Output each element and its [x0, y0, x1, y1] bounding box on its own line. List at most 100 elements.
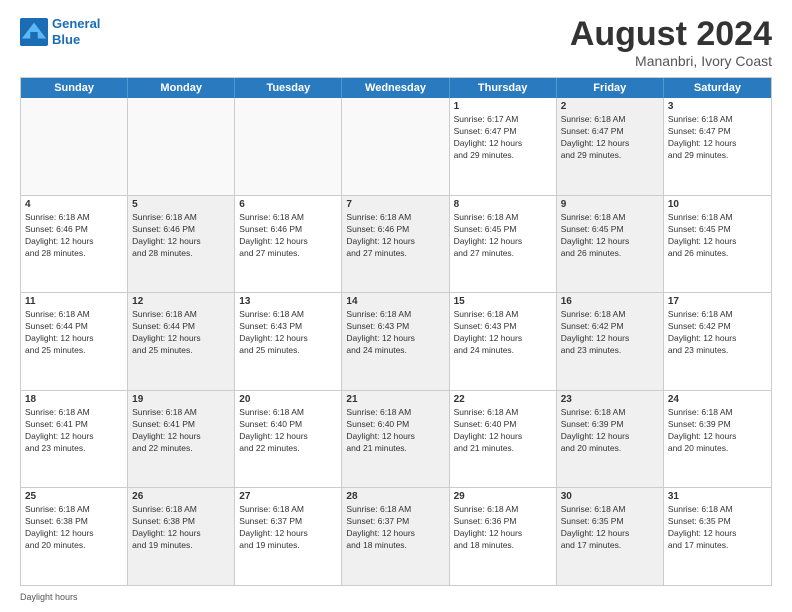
- logo: General Blue: [20, 16, 100, 47]
- calendar-cell: 4 Sunrise: 6:18 AM Sunset: 6:46 PM Daylig…: [21, 196, 128, 293]
- day-info: Sunrise: 6:18 AM Sunset: 6:44 PM Dayligh…: [132, 309, 230, 357]
- calendar-cell: 31 Sunrise: 6:18 AM Sunset: 6:35 PM Dayli…: [664, 488, 771, 585]
- day-number: 4: [25, 199, 123, 210]
- calendar-cell: 1Sunrise: 6:17 AM Sunset: 6:47 PM Daylig…: [450, 98, 557, 195]
- weekday-header: Thursday: [450, 78, 557, 98]
- logo-general: General: [52, 16, 100, 31]
- day-info: Sunrise: 6:18 AM Sunset: 6:38 PM Dayligh…: [25, 504, 123, 552]
- day-info: Sunrise: 6:18 AM Sunset: 6:35 PM Dayligh…: [561, 504, 659, 552]
- calendar-cell: 30 Sunrise: 6:18 AM Sunset: 6:35 PM Dayli…: [557, 488, 664, 585]
- day-info: Sunrise: 6:18 AM Sunset: 6:46 PM Dayligh…: [239, 212, 337, 260]
- day-number: 21: [346, 394, 444, 405]
- calendar-cell: 12Sunrise: 6:18 AM Sunset: 6:44 PM Dayli…: [128, 293, 235, 390]
- day-info: Sunrise: 6:18 AM Sunset: 6:41 PM Dayligh…: [25, 407, 123, 455]
- calendar-cell: 22 Sunrise: 6:18 AM Sunset: 6:40 PM Dayli…: [450, 391, 557, 488]
- day-info: Sunrise: 6:18 AM Sunset: 6:39 PM Dayligh…: [561, 407, 659, 455]
- day-info: Sunrise: 6:18 AM Sunset: 6:37 PM Dayligh…: [239, 504, 337, 552]
- day-number: 19: [132, 394, 230, 405]
- calendar-cell: 5Sunrise: 6:18 AM Sunset: 6:46 PM Daylig…: [128, 196, 235, 293]
- day-number: 31: [668, 491, 767, 502]
- day-info: Sunrise: 6:18 AM Sunset: 6:46 PM Dayligh…: [25, 212, 123, 260]
- title-block: August 2024 Mananbri, Ivory Coast: [570, 16, 772, 69]
- calendar-cell: 14Sunrise: 6:18 AM Sunset: 6:43 PM Dayli…: [342, 293, 449, 390]
- day-info: Sunrise: 6:18 AM Sunset: 6:40 PM Dayligh…: [454, 407, 552, 455]
- footer-note: Daylight hours: [20, 590, 772, 602]
- calendar-cell: 11Sunrise: 6:18 AM Sunset: 6:44 PM Dayli…: [21, 293, 128, 390]
- calendar-cell: 21 Sunrise: 6:18 AM Sunset: 6:40 PM Dayli…: [342, 391, 449, 488]
- day-number: 24: [668, 394, 767, 405]
- day-number: 15: [454, 296, 552, 307]
- calendar-cell: 16Sunrise: 6:18 AM Sunset: 6:42 PM Dayli…: [557, 293, 664, 390]
- weekday-header: Monday: [128, 78, 235, 98]
- location-subtitle: Mananbri, Ivory Coast: [570, 53, 772, 69]
- day-number: 13: [239, 296, 337, 307]
- calendar-cell: 23 Sunrise: 6:18 AM Sunset: 6:39 PM Dayli…: [557, 391, 664, 488]
- calendar-cell: 10Sunrise: 6:18 AM Sunset: 6:45 PM Dayli…: [664, 196, 771, 293]
- day-number: 11: [25, 296, 123, 307]
- day-info: Sunrise: 6:18 AM Sunset: 6:40 PM Dayligh…: [346, 407, 444, 455]
- day-number: 22: [454, 394, 552, 405]
- day-number: 3: [668, 101, 767, 112]
- calendar: SundayMondayTuesdayWednesdayThursdayFrid…: [20, 77, 772, 586]
- day-info: Sunrise: 6:18 AM Sunset: 6:47 PM Dayligh…: [668, 114, 767, 162]
- logo-text: General Blue: [52, 16, 100, 47]
- calendar-cell: 26 Sunrise: 6:18 AM Sunset: 6:38 PM Dayli…: [128, 488, 235, 585]
- calendar-cell: 29 Sunrise: 6:18 AM Sunset: 6:36 PM Dayli…: [450, 488, 557, 585]
- day-number: 14: [346, 296, 444, 307]
- day-number: 27: [239, 491, 337, 502]
- weekday-header: Friday: [557, 78, 664, 98]
- day-info: Sunrise: 6:18 AM Sunset: 6:45 PM Dayligh…: [561, 212, 659, 260]
- day-info: Sunrise: 6:18 AM Sunset: 6:46 PM Dayligh…: [346, 212, 444, 260]
- day-info: Sunrise: 6:18 AM Sunset: 6:41 PM Dayligh…: [132, 407, 230, 455]
- day-info: Sunrise: 6:18 AM Sunset: 6:47 PM Dayligh…: [561, 114, 659, 162]
- calendar-cell: 24 Sunrise: 6:18 AM Sunset: 6:39 PM Dayli…: [664, 391, 771, 488]
- day-info: Sunrise: 6:17 AM Sunset: 6:47 PM Dayligh…: [454, 114, 552, 162]
- calendar-cell: 7 Sunrise: 6:18 AM Sunset: 6:46 PM Daylig…: [342, 196, 449, 293]
- day-number: 2: [561, 101, 659, 112]
- calendar-row: 11 Sunrise: 6:18 AM Sunset: 6:44 PM Dayli…: [21, 292, 771, 390]
- calendar-cell: 28Sunrise: 6:18 AM Sunset: 6:37 PM Dayli…: [342, 488, 449, 585]
- calendar-cell: 25Sunrise: 6:18 AM Sunset: 6:38 PM Dayli…: [21, 488, 128, 585]
- day-info: Sunrise: 6:18 AM Sunset: 6:35 PM Dayligh…: [668, 504, 767, 552]
- day-info: Sunrise: 6:18 AM Sunset: 6:40 PM Dayligh…: [239, 407, 337, 455]
- day-number: 20: [239, 394, 337, 405]
- day-info: Sunrise: 6:18 AM Sunset: 6:36 PM Dayligh…: [454, 504, 552, 552]
- day-info: Sunrise: 6:18 AM Sunset: 6:45 PM Dayligh…: [668, 212, 767, 260]
- calendar-cell: 6 Sunrise: 6:18 AM Sunset: 6:46 PM Daylig…: [235, 196, 342, 293]
- day-number: 23: [561, 394, 659, 405]
- calendar-cell: 13Sunrise: 6:18 AM Sunset: 6:43 PM Dayli…: [235, 293, 342, 390]
- calendar-cell: [235, 98, 342, 195]
- weekday-header: Tuesday: [235, 78, 342, 98]
- calendar-row: 1Sunrise: 6:17 AM Sunset: 6:47 PM Daylig…: [21, 98, 771, 195]
- calendar-cell: 3 Sunrise: 6:18 AM Sunset: 6:47 PM Daylig…: [664, 98, 771, 195]
- calendar-cell: 2 Sunrise: 6:18 AM Sunset: 6:47 PM Daylig…: [557, 98, 664, 195]
- page: General Blue August 2024 Mananbri, Ivory…: [0, 0, 792, 612]
- weekday-header: Sunday: [21, 78, 128, 98]
- calendar-cell: [21, 98, 128, 195]
- day-number: 8: [454, 199, 552, 210]
- day-info: Sunrise: 6:18 AM Sunset: 6:38 PM Dayligh…: [132, 504, 230, 552]
- calendar-row: 4 Sunrise: 6:18 AM Sunset: 6:46 PM Daylig…: [21, 195, 771, 293]
- day-number: 29: [454, 491, 552, 502]
- day-info: Sunrise: 6:18 AM Sunset: 6:45 PM Dayligh…: [454, 212, 552, 260]
- calendar-cell: 19 Sunrise: 6:18 AM Sunset: 6:41 PM Dayli…: [128, 391, 235, 488]
- calendar-cell: 18Sunrise: 6:18 AM Sunset: 6:41 PM Dayli…: [21, 391, 128, 488]
- day-number: 7: [346, 199, 444, 210]
- day-info: Sunrise: 6:18 AM Sunset: 6:39 PM Dayligh…: [668, 407, 767, 455]
- day-info: Sunrise: 6:18 AM Sunset: 6:42 PM Dayligh…: [668, 309, 767, 357]
- weekday-header: Wednesday: [342, 78, 449, 98]
- day-info: Sunrise: 6:18 AM Sunset: 6:43 PM Dayligh…: [454, 309, 552, 357]
- calendar-cell: 20 Sunrise: 6:18 AM Sunset: 6:40 PM Dayli…: [235, 391, 342, 488]
- day-number: 6: [239, 199, 337, 210]
- day-number: 5: [132, 199, 230, 210]
- month-title: August 2024: [570, 16, 772, 53]
- calendar-row: 25Sunrise: 6:18 AM Sunset: 6:38 PM Dayli…: [21, 487, 771, 585]
- weekday-header: Saturday: [664, 78, 771, 98]
- logo-icon: [20, 18, 48, 46]
- header: General Blue August 2024 Mananbri, Ivory…: [20, 16, 772, 69]
- day-number: 26: [132, 491, 230, 502]
- day-number: 30: [561, 491, 659, 502]
- calendar-cell: 9Sunrise: 6:18 AM Sunset: 6:45 PM Daylig…: [557, 196, 664, 293]
- calendar-row: 18Sunrise: 6:18 AM Sunset: 6:41 PM Dayli…: [21, 390, 771, 488]
- calendar-body: 1Sunrise: 6:17 AM Sunset: 6:47 PM Daylig…: [21, 98, 771, 585]
